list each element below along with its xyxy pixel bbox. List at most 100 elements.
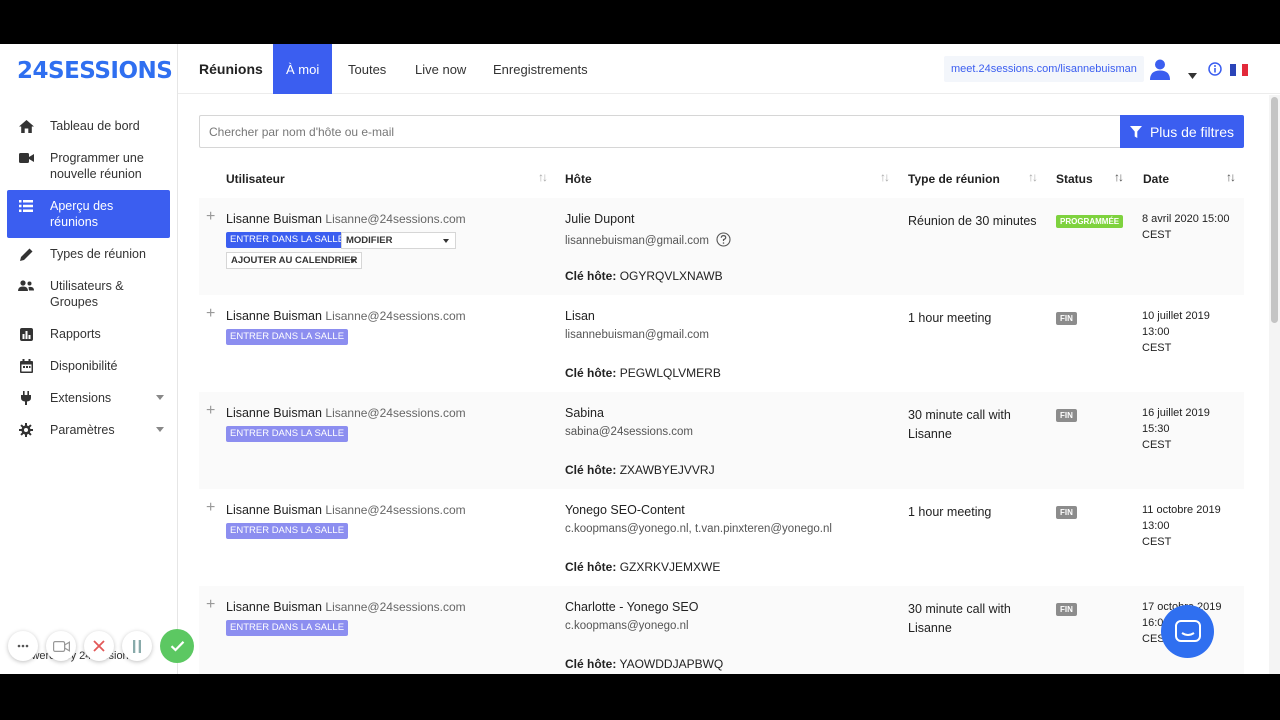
top-header: Réunions À moi Toutes Live now Enregistr…	[178, 44, 1280, 94]
column-header-meeting-type[interactable]: Type de réunion	[908, 172, 1000, 186]
sidebar-item-label: Disponibilité	[50, 359, 118, 373]
user-name: Lisanne Buisman	[226, 503, 322, 517]
chevron-down-icon	[156, 427, 164, 432]
tab-all[interactable]: Toutes	[335, 44, 399, 94]
ellipsis-icon	[17, 644, 29, 648]
enter-room-button[interactable]: ENTRER DANS LA SALLE	[226, 620, 349, 636]
host-key-value: GZXRKVJEMXWE	[619, 560, 721, 574]
sidebar-item-users-groups[interactable]: Utilisateurs & Groupes	[7, 270, 170, 318]
status-badge: FIN	[1056, 409, 1077, 422]
host-email: c.koopmans@yonego.nl, t.van.pinxteren@yo…	[565, 523, 832, 535]
more-options-button[interactable]	[8, 631, 38, 661]
meetings-overview: Plus de filtres Utilisateur ↑↓ Hôte ↑↓ T…	[178, 95, 1269, 674]
modify-dropdown[interactable]: MODIFIER	[341, 232, 456, 249]
sort-icon[interactable]: ↑↓	[538, 170, 548, 184]
host-key-value: YAOWDDJAPBWQ	[619, 657, 724, 671]
status-badge: FIN	[1056, 312, 1077, 325]
tab-recordings[interactable]: Enregistrements	[480, 44, 601, 94]
help-icon[interactable]	[716, 232, 731, 247]
video-letterbox-top	[0, 0, 1280, 44]
chevron-down-icon	[156, 395, 164, 400]
sidebar-item-meeting-types[interactable]: Types de réunion	[7, 238, 170, 270]
host-name: Lisan	[565, 309, 595, 323]
video-camera-icon	[52, 640, 70, 652]
sidebar-item-meetings-overview[interactable]: Aperçu des réunions	[7, 190, 170, 238]
sort-icon[interactable]: ↑↓	[1114, 170, 1124, 184]
host-key-value: OGYRQVLXNAWB	[619, 269, 723, 283]
user-name: Lisanne Buisman	[226, 309, 322, 323]
enter-room-button[interactable]: ENTRER DANS LA SALLE	[226, 232, 349, 248]
date-line: CEST	[1142, 342, 1172, 354]
sidebar-item-reports[interactable]: Rapports	[7, 318, 170, 350]
user-name: Lisanne Buisman	[226, 212, 322, 226]
expand-plus-icon[interactable]: +	[206, 209, 215, 225]
filter-icon	[1129, 125, 1142, 138]
column-header-date[interactable]: Date	[1143, 172, 1169, 186]
expand-plus-icon[interactable]: +	[206, 597, 215, 613]
user-email: Lisanne@24sessions.com	[325, 406, 466, 420]
host-key-label: Clé hôte:	[565, 657, 617, 671]
sort-icon[interactable]: ↑↓	[1028, 170, 1038, 184]
user-avatar-icon[interactable]	[1149, 58, 1171, 85]
tab-live-now[interactable]: Live now	[402, 44, 479, 94]
search-input[interactable]	[199, 115, 1121, 148]
vertical-scrollbar[interactable]	[1269, 95, 1280, 674]
sidebar-item-label: Aperçu des réunions	[50, 199, 114, 229]
expand-plus-icon[interactable]: +	[206, 403, 215, 419]
table-row: + Lisanne Buisman Lisanne@24sessions.com…	[199, 586, 1244, 674]
expand-plus-icon[interactable]: +	[206, 500, 215, 516]
column-header-status[interactable]: Status	[1056, 172, 1093, 186]
finish-recording-button[interactable]	[160, 629, 194, 663]
sidebar-item-extensions[interactable]: Extensions	[7, 382, 170, 414]
more-filters-button[interactable]: Plus de filtres	[1120, 115, 1244, 148]
tab-mine[interactable]: À moi	[273, 44, 333, 94]
plug-icon	[17, 390, 35, 406]
meeting-type: 1 hour meeting	[908, 505, 992, 519]
sidebar-item-label: Tableau de bord	[50, 119, 140, 133]
date-line: CEST	[1142, 439, 1172, 451]
pencil-icon	[17, 246, 35, 262]
meeting-date: 11 octobre 2019 13:00 CEST	[1142, 502, 1237, 550]
logo[interactable]: 24SESSIONS	[17, 58, 173, 84]
chat-launcher-button[interactable]	[1161, 605, 1214, 658]
sidebar-item-dashboard[interactable]: Tableau de bord	[7, 110, 170, 142]
host-key-value: ZXAWBYEJVVRJ	[619, 463, 715, 477]
sidebar-item-settings[interactable]: Paramètres	[7, 414, 170, 446]
sort-icon[interactable]: ↑↓	[1226, 170, 1236, 184]
enter-room-button[interactable]: ENTRER DANS LA SALLE	[226, 426, 349, 442]
host-key: Clé hôte: PEGWLQLVMERB	[565, 366, 721, 380]
date-line: 8 avril 2020 15:00	[1142, 213, 1230, 225]
sidebar-item-availability[interactable]: Disponibilité	[7, 350, 170, 382]
sidebar-item-schedule-meeting[interactable]: Programmer une nouvelle réunion	[7, 142, 170, 190]
column-header-user[interactable]: Utilisateur	[226, 172, 285, 186]
pause-recording-button[interactable]	[122, 631, 152, 661]
chevron-down-icon[interactable]	[1188, 66, 1197, 84]
french-flag-icon[interactable]	[1230, 63, 1248, 81]
pause-icon	[133, 639, 141, 653]
sidebar-item-label: Paramètres	[50, 423, 115, 437]
host-key-label: Clé hôte:	[565, 269, 617, 283]
camera-toggle-button[interactable]	[46, 631, 76, 661]
user-cell: Lisanne Buisman Lisanne@24sessions.com	[226, 600, 466, 614]
info-icon[interactable]	[1208, 62, 1222, 81]
add-to-calendar-label: AJOUTER AU CALENDRIER	[231, 255, 358, 266]
host-email: lisannebuisman@gmail.com	[565, 235, 709, 247]
host-key: Clé hôte: GZXRKVJEMXWE	[565, 560, 720, 574]
meeting-link[interactable]: meet.24sessions.com/lisannebuisman	[944, 56, 1144, 82]
user-name: Lisanne Buisman	[226, 600, 322, 614]
table-row: + Lisanne Buisman Lisanne@24sessions.com…	[199, 392, 1244, 489]
column-header-host[interactable]: Hôte	[565, 172, 592, 186]
scrollbar-thumb[interactable]	[1271, 97, 1278, 323]
expand-plus-icon[interactable]: +	[206, 306, 215, 322]
sort-icon[interactable]: ↑↓	[880, 170, 890, 184]
enter-room-button[interactable]: ENTRER DANS LA SALLE	[226, 523, 349, 539]
meeting-type: 30 minute call with Lisanne	[908, 408, 1011, 441]
add-to-calendar-dropdown[interactable]: AJOUTER AU CALENDRIER	[226, 252, 362, 269]
host-key: Clé hôte: YAOWDDJAPBWQ	[565, 657, 723, 671]
home-icon	[17, 118, 35, 134]
host-email: sabina@24sessions.com	[565, 426, 694, 438]
cancel-recording-button[interactable]	[84, 631, 114, 661]
enter-room-button[interactable]: ENTRER DANS LA SALLE	[226, 329, 349, 345]
user-cell: Lisanne Buisman Lisanne@24sessions.com	[226, 212, 466, 226]
host-email: c.koopmans@yonego.nl	[565, 620, 689, 632]
